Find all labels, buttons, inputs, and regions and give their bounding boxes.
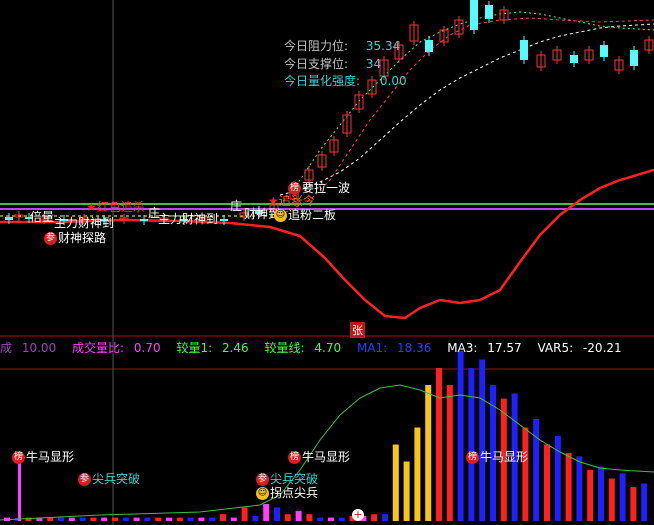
volume-bar bbox=[47, 517, 54, 521]
volume-bar bbox=[468, 368, 475, 521]
volume-bar bbox=[198, 517, 205, 521]
strength-value: 0.00 bbox=[379, 74, 407, 88]
volume-bar bbox=[220, 514, 226, 521]
smiley-icon: ☺ bbox=[274, 209, 287, 222]
smiley-icon: ☺ bbox=[256, 487, 269, 500]
volume-bar bbox=[414, 427, 421, 521]
vol-annotation-6: 榜牛马显形 bbox=[466, 450, 529, 464]
volume-bar bbox=[436, 368, 442, 521]
info-item4: MA1: 18.36 bbox=[356, 341, 432, 355]
volume-bar bbox=[284, 514, 291, 521]
volume-bar bbox=[425, 385, 432, 521]
volume-bar bbox=[544, 444, 550, 521]
volume-bar bbox=[392, 444, 399, 521]
info-item2: 较量1: 2.46 bbox=[176, 341, 249, 355]
volume-bar bbox=[79, 517, 86, 521]
volume-bar bbox=[101, 517, 108, 521]
volume-bar bbox=[263, 504, 270, 521]
volume-bar bbox=[338, 517, 345, 521]
volume-bar bbox=[328, 517, 334, 521]
annotation-red-chase: ★红色追杀 bbox=[86, 200, 145, 214]
volume-bar bbox=[166, 517, 172, 521]
support-value: 34 bbox=[365, 57, 382, 71]
resistance-label: 今日阻力位: bbox=[284, 39, 349, 53]
strength-label: 今日量化强度: bbox=[284, 74, 361, 88]
resistance-stat: 今日阻力位: 35.34 bbox=[284, 37, 400, 54]
support-stat: 今日支撑位: 34 bbox=[284, 55, 381, 72]
volume-bar bbox=[230, 517, 237, 521]
info-item1: 成交量比: 0.70 bbox=[72, 341, 161, 355]
resistance-value: 35.34 bbox=[365, 39, 401, 53]
volume-bar bbox=[209, 517, 216, 521]
info-item3: 较量线: 4.70 bbox=[264, 341, 342, 355]
volume-bar-series bbox=[4, 351, 648, 521]
vol-annotation-1: 榜牛马显形 bbox=[12, 450, 75, 464]
volume-bar bbox=[144, 517, 151, 521]
plus-circle-icon[interactable]: + bbox=[352, 509, 364, 521]
volume-bar bbox=[403, 461, 410, 521]
bang-badge-icon: 榜 bbox=[288, 451, 301, 464]
volume-bar bbox=[576, 456, 583, 521]
can-badge-icon: 参 bbox=[78, 473, 91, 486]
volume-bar bbox=[176, 517, 183, 521]
volume-bar bbox=[112, 517, 118, 521]
volume-bar bbox=[58, 517, 64, 521]
volume-bar bbox=[457, 351, 464, 521]
annotation-explore: 参财神探路 bbox=[44, 231, 107, 245]
volume-bar bbox=[252, 515, 259, 521]
volume-bar bbox=[630, 487, 637, 521]
annotation-main-force-2: 主力财神到 bbox=[158, 212, 219, 226]
volume-bar bbox=[608, 478, 615, 521]
annotation-second-board: ☺ 追粉二板 bbox=[274, 208, 337, 222]
volume-bar bbox=[479, 359, 486, 521]
volume-bar bbox=[554, 436, 561, 521]
volume-bar bbox=[565, 453, 572, 521]
volume-bar bbox=[90, 517, 97, 521]
volume-bar bbox=[274, 507, 280, 521]
strength-stat: 今日量化强度: 0.00 bbox=[284, 72, 407, 89]
info-item0: 成 10.00 bbox=[0, 341, 57, 355]
zhang-marker: 张 bbox=[350, 322, 365, 338]
volume-bar bbox=[371, 514, 378, 521]
volume-bar bbox=[122, 517, 129, 521]
volume-bar bbox=[241, 507, 248, 521]
support-label: 今日支撑位: bbox=[284, 57, 349, 71]
vol-annotation-5: 榜牛马显形 bbox=[288, 450, 351, 464]
volume-bar bbox=[619, 473, 626, 521]
vol-annotation-2: 参尖兵突破 bbox=[78, 472, 141, 486]
volume-bar bbox=[382, 514, 388, 521]
stock-chart-window[interactable]: { "colors": { "background": "#000000", "… bbox=[0, 0, 654, 525]
volume-bar bbox=[587, 470, 594, 521]
volume-bar bbox=[533, 419, 540, 521]
volume-bar bbox=[187, 517, 194, 521]
volume-bar bbox=[133, 517, 140, 521]
bang-badge-icon: 榜 bbox=[466, 451, 479, 464]
volume-bar bbox=[155, 517, 162, 521]
volume-bar bbox=[295, 510, 302, 521]
volume-bar bbox=[306, 514, 313, 521]
star-icon: ★ bbox=[86, 200, 97, 214]
volume-bar bbox=[68, 517, 75, 521]
vol-annotation-4: ☺ 拐点尖兵 bbox=[256, 486, 319, 500]
bang-badge-icon: 榜 bbox=[12, 451, 25, 464]
volume-bar bbox=[598, 466, 604, 521]
info-item5: MA3: 17.57 bbox=[447, 341, 522, 355]
volume-bar bbox=[446, 385, 453, 521]
volume-bar bbox=[522, 427, 529, 521]
annotation-zhuang-2: 庄 bbox=[230, 199, 243, 213]
volume-bar bbox=[317, 517, 324, 521]
volume-bar bbox=[641, 483, 648, 521]
can-badge-icon: 参 bbox=[44, 232, 57, 245]
annotation-double-volume: 倍量 bbox=[30, 210, 55, 224]
info-item6: VAR5: -20.21 bbox=[537, 341, 622, 355]
indicator-info-bar: 成 10.00 成交量比: 0.70 较量1: 2.46 较量线: 4.70 M… bbox=[0, 339, 634, 355]
